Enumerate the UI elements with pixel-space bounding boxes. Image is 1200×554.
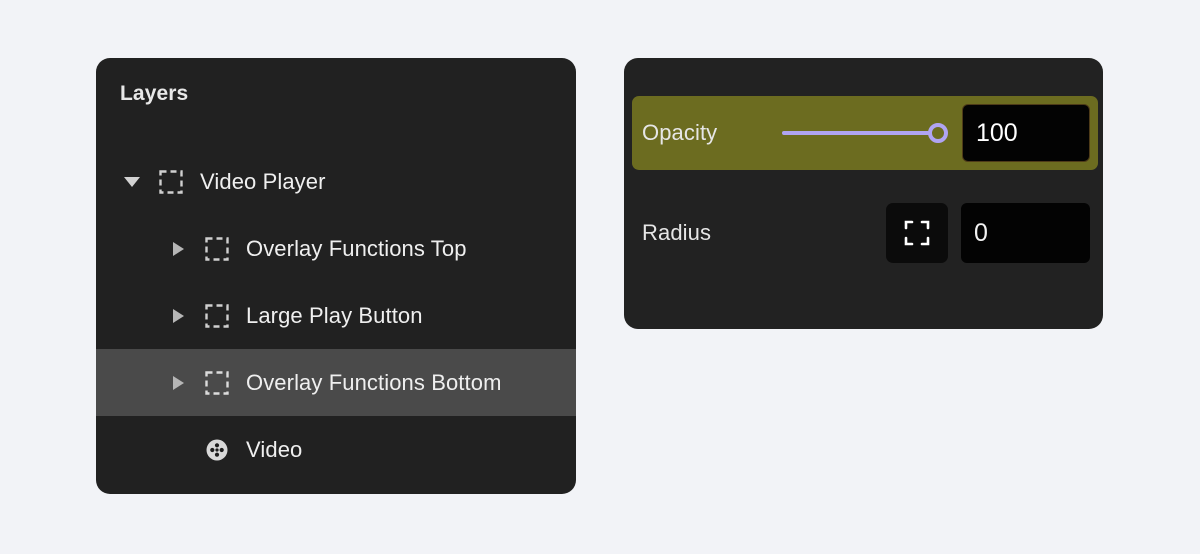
opacity-property-row[interactable]: Opacity 100 — [632, 96, 1098, 170]
dashed-frame-icon — [204, 370, 230, 396]
layers-panel-title: Layers — [120, 82, 189, 105]
opacity-slider[interactable] — [782, 120, 952, 146]
layers-panel: Layers Video Player Overlay Functions To… — [96, 58, 576, 494]
radius-property-row[interactable]: Radius 0 — [632, 198, 1098, 268]
layer-row-label: Video — [246, 436, 303, 462]
opacity-value-text: 100 — [976, 118, 1018, 147]
disclosure-triangle-collapsed[interactable] — [166, 237, 190, 261]
layer-row[interactable]: Overlay Functions Top — [96, 215, 576, 282]
film-reel-icon — [204, 437, 230, 463]
radius-label: Radius — [642, 220, 712, 245]
layer-row-label: Overlay Functions Bottom — [246, 369, 502, 395]
opacity-slider-track[interactable] — [782, 131, 930, 135]
dashed-frame-icon — [204, 236, 230, 262]
layer-row[interactable]: Large Play Button — [96, 282, 576, 349]
opacity-value-field[interactable]: 100 — [962, 104, 1090, 162]
layer-row-label: Large Play Button — [246, 302, 423, 328]
opacity-slider-thumb[interactable] — [928, 123, 948, 143]
radius-value-field[interactable]: 0 — [961, 203, 1090, 263]
layer-row[interactable]: Video Player — [96, 148, 576, 215]
properties-panel: Opacity 100 Radius 0 — [624, 58, 1103, 329]
independent-corners-icon[interactable] — [886, 203, 948, 263]
layer-row-label: Video Player — [200, 168, 326, 194]
radius-value-text: 0 — [974, 218, 988, 247]
disclosure-triangle-expanded[interactable] — [120, 170, 144, 194]
disclosure-triangle-collapsed[interactable] — [166, 371, 190, 395]
layer-row-label: Overlay Functions Top — [246, 235, 467, 261]
disclosure-triangle-collapsed[interactable] — [166, 304, 190, 328]
layer-row-selected[interactable]: Overlay Functions Bottom — [96, 349, 576, 416]
layer-row[interactable]: Video — [96, 416, 576, 483]
opacity-label: Opacity — [642, 120, 718, 145]
dashed-frame-icon — [158, 169, 184, 195]
layers-list: Video Player Overlay Functions Top Large… — [96, 148, 576, 483]
disclosure-spacer — [166, 438, 190, 462]
dashed-frame-icon — [204, 303, 230, 329]
